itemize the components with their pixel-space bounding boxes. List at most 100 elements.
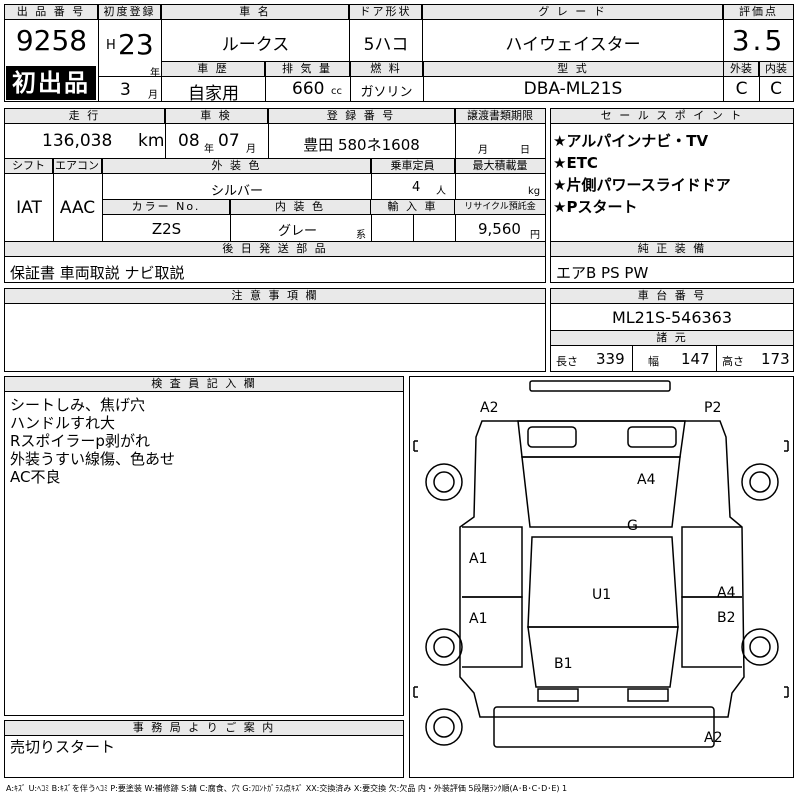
door-header: ドア形状 (350, 5, 422, 20)
car-diagram (413, 380, 789, 748)
mileage: 136,038 (42, 131, 113, 151)
lot-no-header: 出 品 番 号 (5, 5, 98, 20)
office-header: 事 務 局 よ り ご 案 内 (5, 721, 403, 736)
inspector-note: 外装うすい線傷、色あせ (10, 450, 176, 468)
inspection-month: 07 (218, 131, 240, 151)
sales-point: ★片側パワースライドドア (553, 176, 731, 194)
interior-grade: C (770, 79, 782, 99)
color-code: Z2S (151, 220, 182, 238)
first-reg-header: 初度登録 (99, 5, 161, 20)
genuine-equip-header: 純 正 装 備 (551, 242, 793, 257)
door-type: 5ハコ (363, 35, 409, 55)
score: 3.5 (731, 24, 786, 57)
chassis-no: ML21S-546363 (611, 308, 733, 327)
inspector-note: AC不良 (10, 468, 61, 486)
dimensions-header: 諸 元 (551, 331, 793, 346)
first-listing-badge: 初出品 (6, 66, 96, 100)
displacement-unit: cc (331, 86, 342, 97)
score-header: 評価点 (724, 5, 793, 20)
damage-mark: A4 (717, 585, 736, 601)
fuel-header: 燃 料 (350, 62, 423, 77)
inspector-header: 検 査 員 記 入 欄 (5, 377, 403, 392)
shift: IAT (16, 198, 42, 218)
era: H (106, 38, 116, 53)
inspection-year-unit: 年 (204, 144, 214, 155)
height: 173 (761, 350, 790, 368)
damage-mark: A2 (704, 730, 723, 746)
transfer-month-unit: 月 (478, 145, 488, 156)
int-color-suffix: 系 (356, 230, 366, 241)
sales-point: ★Pスタート (553, 198, 638, 216)
length-label: 長さ (556, 355, 578, 368)
int-color-header: 内 装 色 (230, 200, 371, 215)
ext-color: シルバー (210, 184, 263, 199)
grade-header: グ レ ー ド (423, 5, 723, 20)
exterior-header: 外装 (724, 62, 759, 77)
inspector-note: ハンドルすれ大 (10, 414, 116, 432)
max-load-header: 最大積載量 (455, 159, 545, 174)
width: 147 (681, 350, 710, 368)
exterior-grade: C (735, 79, 748, 99)
model-code-header: 型 式 (423, 62, 723, 77)
displacement-header: 排 気 量 (265, 62, 350, 77)
later-parts: 保証書 車両取説 ナビ取説 (10, 264, 185, 282)
grade: ハイウェイスター (505, 35, 641, 55)
int-color: グレー (278, 224, 318, 239)
lot-number: 9258 (15, 24, 88, 57)
transfer-day-unit: 日 (520, 145, 530, 156)
inspection-year: 08 (178, 131, 200, 151)
capacity: 4 (412, 180, 421, 195)
interior-header: 内装 (759, 62, 793, 77)
damage-mark: A1 (469, 551, 488, 567)
aircon: AAC (59, 198, 96, 218)
damage-mark: B1 (554, 656, 573, 672)
sales-points-header: セ ー ル ス ポ イ ン ト (551, 109, 793, 124)
recycle-fee: 9,560 (478, 220, 521, 238)
color-no-header: カラー No. (103, 200, 230, 215)
car-name-header: 車 名 (162, 5, 349, 20)
load-unit: kg (528, 186, 541, 197)
chassis-header: 車 台 番 号 (551, 289, 793, 304)
recycle-unit: 円 (530, 230, 540, 241)
reg-year: 23 (118, 28, 154, 61)
capacity-header: 乗車定員 (371, 159, 455, 174)
history-header: 車 歴 (162, 62, 265, 77)
model-code: DBA-ML21S (523, 79, 623, 99)
shift-header: シフト (5, 159, 53, 174)
capacity-unit: 人 (436, 186, 446, 197)
damage-mark: G (627, 518, 638, 534)
height-label: 高さ (722, 355, 744, 368)
inspector-note: シートしみ、焦げ穴 (10, 396, 146, 414)
reg-number: 豊田 580ネ1608 (303, 136, 420, 154)
mileage-header: 走 行 (5, 109, 165, 124)
car-name: ルークス (221, 35, 290, 55)
fuel: ガソリン (360, 85, 413, 100)
inspector-note: Rスポイラーp剥がれ (10, 432, 150, 450)
damage-mark: A4 (637, 472, 656, 488)
ext-color-header: 外 装 色 (103, 159, 371, 174)
later-parts-header: 後 日 発 送 部 品 (5, 242, 545, 257)
width-label: 幅 (648, 355, 659, 368)
caution-header: 注 意 事 項 欄 (5, 289, 545, 304)
inspection-header: 車 検 (165, 109, 268, 124)
sales-point: ★アルパインナビ・TV (553, 132, 709, 150)
length: 339 (596, 350, 625, 368)
damage-mark: A2 (480, 400, 499, 416)
damage-mark: A1 (469, 611, 488, 627)
mileage-unit: km (138, 131, 165, 151)
reg-no-header: 登 録 番 号 (268, 109, 455, 124)
damage-mark: B2 (717, 610, 736, 626)
reg-month: 3 (120, 80, 131, 100)
legend: A:ｷｽﾞ U:ﾍｺﾐ B:ｷｽﾞを伴うﾍｺﾐ P:要塗装 W:補修跡 S:錆 … (6, 784, 568, 793)
inspection-month-unit: 月 (246, 144, 256, 155)
month-unit: 月 (148, 90, 158, 101)
transfer-doc-header: 譲渡書類期限 (455, 109, 545, 124)
genuine-equip: エアB PS PW (556, 264, 649, 282)
aircon-header: エアコン (53, 159, 102, 174)
import-header: 輸 入 車 (371, 200, 455, 215)
history: 自家用 (188, 84, 239, 104)
damage-mark: P2 (704, 400, 722, 416)
damage-mark: U1 (592, 587, 612, 603)
recycle-header: リサイクル預託金 (455, 200, 545, 215)
sales-point: ★ETC (553, 154, 598, 172)
